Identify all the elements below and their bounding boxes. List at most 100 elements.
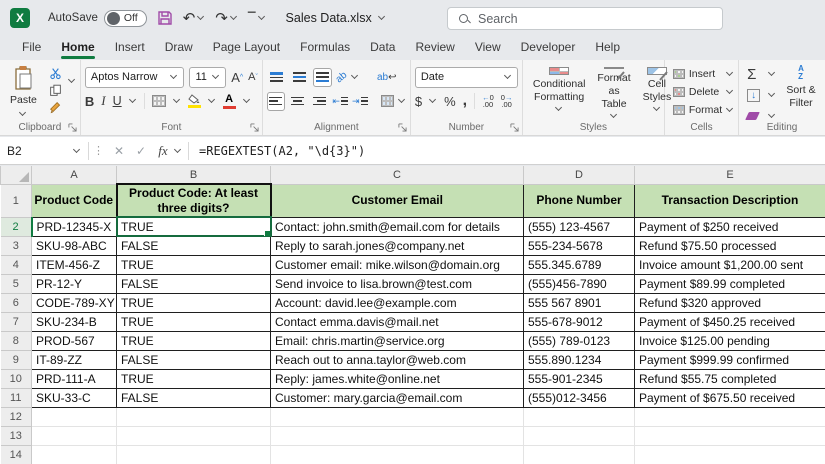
conditional-formatting-button[interactable]: ConditionalFormatting bbox=[527, 65, 592, 119]
document-title[interactable]: Sales Data.xlsx bbox=[286, 11, 386, 25]
cell-E6[interactable]: Refund $320 approved bbox=[635, 293, 825, 312]
copy-icon[interactable] bbox=[49, 84, 62, 97]
column-header-C[interactable]: C bbox=[271, 166, 524, 184]
decrease-decimal-icon[interactable]: 0→.00 bbox=[501, 94, 513, 109]
borders-icon[interactable] bbox=[152, 95, 166, 107]
formula-input[interactable]: =REGEXTEST(A2, "\d{3}") bbox=[199, 144, 365, 158]
format-as-table-button[interactable]: Format asTable bbox=[591, 65, 636, 119]
menu-item-data[interactable]: Data bbox=[360, 37, 405, 59]
row-header-9[interactable]: 9 bbox=[1, 350, 32, 369]
cell-B2[interactable]: TRUE bbox=[117, 217, 271, 236]
wrap-text-icon[interactable]: ab↩ bbox=[377, 72, 397, 83]
cell-B8[interactable]: TRUE bbox=[117, 331, 271, 350]
row-header-1[interactable]: 1 bbox=[1, 184, 32, 217]
cell-A1[interactable]: Product Code bbox=[32, 184, 117, 217]
menu-item-view[interactable]: View bbox=[465, 37, 511, 59]
row-header-5[interactable]: 5 bbox=[1, 274, 32, 293]
row-header-10[interactable]: 10 bbox=[1, 369, 32, 388]
row-header-14[interactable]: 14 bbox=[1, 445, 32, 464]
paste-button[interactable]: Paste bbox=[4, 65, 43, 120]
font-color-chevron-icon[interactable] bbox=[243, 97, 251, 105]
cell-B10[interactable]: TRUE bbox=[117, 369, 271, 388]
select-all-corner[interactable] bbox=[1, 166, 32, 184]
cell-E10[interactable]: Refund $55.75 completed bbox=[635, 369, 825, 388]
excel-logo-icon[interactable]: X bbox=[10, 8, 30, 28]
cell-E14[interactable] bbox=[635, 445, 825, 464]
currency-chevron-icon[interactable] bbox=[429, 97, 437, 105]
cell-C5[interactable]: Send invoice to lisa.brown@test.com bbox=[271, 274, 524, 293]
font-dialog-launcher-icon[interactable] bbox=[250, 123, 259, 132]
cell-D7[interactable]: 555-678-9012 bbox=[524, 312, 635, 331]
currency-format-button[interactable]: $ bbox=[415, 94, 422, 109]
fill-color-icon[interactable] bbox=[188, 94, 201, 108]
quick-access-menu-icon[interactable]: ▔ bbox=[248, 13, 266, 24]
underline-button[interactable]: U bbox=[113, 94, 122, 108]
cell-D11[interactable]: (555)012-3456 bbox=[524, 388, 635, 407]
cell-B3[interactable]: FALSE bbox=[117, 236, 271, 255]
row-header-12[interactable]: 12 bbox=[1, 407, 32, 426]
cell-A12[interactable] bbox=[32, 407, 117, 426]
copy-chevron-icon[interactable] bbox=[68, 77, 76, 85]
cell-C6[interactable]: Account: david.lee@example.com bbox=[271, 293, 524, 312]
cell-C13[interactable] bbox=[271, 426, 524, 445]
increase-decimal-icon[interactable]: ←0.00 bbox=[482, 94, 494, 109]
cell-D9[interactable]: 555.890.1234 bbox=[524, 350, 635, 369]
fx-chevron-icon[interactable] bbox=[174, 147, 182, 155]
comma-format-button[interactable]: , bbox=[463, 92, 467, 110]
cell-C12[interactable] bbox=[271, 407, 524, 426]
cell-E13[interactable] bbox=[635, 426, 825, 445]
cell-A9[interactable]: IT-89-ZZ bbox=[32, 350, 117, 369]
cell-B4[interactable]: TRUE bbox=[117, 255, 271, 274]
search-box[interactable]: Search bbox=[447, 7, 723, 30]
align-top-button[interactable] bbox=[267, 68, 286, 87]
orientation-chevron-icon[interactable] bbox=[351, 73, 359, 81]
cell-B5[interactable]: FALSE bbox=[117, 274, 271, 293]
cell-C1[interactable]: Customer Email bbox=[271, 184, 524, 217]
cell-A6[interactable]: CODE-789-XY bbox=[32, 293, 117, 312]
cell-A13[interactable] bbox=[32, 426, 117, 445]
delete-cells-button[interactable]: Delete bbox=[673, 83, 734, 101]
row-header-6[interactable]: 6 bbox=[1, 293, 32, 312]
orientation-icon[interactable]: ab bbox=[334, 69, 350, 85]
menu-item-draw[interactable]: Draw bbox=[155, 37, 203, 59]
cell-A8[interactable]: PROD-567 bbox=[32, 331, 117, 350]
insert-function-icon[interactable]: fx bbox=[152, 143, 174, 159]
cell-A10[interactable]: PRD-111-A bbox=[32, 369, 117, 388]
row-header-3[interactable]: 3 bbox=[1, 236, 32, 255]
redo-button[interactable]: ↷ bbox=[215, 9, 238, 27]
percent-format-button[interactable]: % bbox=[444, 94, 456, 109]
font-name-select[interactable]: Aptos Narrow bbox=[85, 67, 185, 88]
autosum-button[interactable]: Σ bbox=[747, 65, 776, 83]
save-icon[interactable] bbox=[157, 10, 173, 26]
cell-A11[interactable]: SKU-33-C bbox=[32, 388, 117, 407]
menu-item-page-layout[interactable]: Page Layout bbox=[203, 37, 290, 59]
insert-cells-button[interactable]: Insert bbox=[673, 65, 734, 83]
cell-A5[interactable]: PR-12-Y bbox=[32, 274, 117, 293]
sort-filter-button[interactable]: AZ Sort &Filter bbox=[786, 65, 815, 125]
cell-C2[interactable]: Contact: john.smith@email.com for detail… bbox=[271, 217, 524, 236]
clipboard-dialog-launcher-icon[interactable] bbox=[68, 123, 77, 132]
column-header-A[interactable]: A bbox=[32, 166, 117, 184]
formula-bar-kebab-icon[interactable]: ⋮ bbox=[93, 144, 104, 157]
row-header-2[interactable]: 2 bbox=[1, 217, 32, 236]
cut-icon[interactable] bbox=[49, 67, 62, 80]
number-format-select[interactable]: Date bbox=[415, 67, 518, 88]
cell-D4[interactable]: 555.345.6789 bbox=[524, 255, 635, 274]
cell-E3[interactable]: Refund $75.50 processed bbox=[635, 236, 825, 255]
align-right-button[interactable] bbox=[311, 92, 329, 111]
cell-D12[interactable] bbox=[524, 407, 635, 426]
cell-C3[interactable]: Reply to sarah.jones@company.net bbox=[271, 236, 524, 255]
menu-item-review[interactable]: Review bbox=[405, 37, 464, 59]
increase-indent-icon[interactable]: ⇥ bbox=[352, 96, 368, 107]
cell-A2[interactable]: PRD-12345-X bbox=[32, 217, 117, 236]
cell-C14[interactable] bbox=[271, 445, 524, 464]
cell-E8[interactable]: Invoice $125.00 pending bbox=[635, 331, 825, 350]
merge-center-chevron-icon[interactable] bbox=[398, 97, 406, 105]
cell-D3[interactable]: 555-234-5678 bbox=[524, 236, 635, 255]
italic-button[interactable]: I bbox=[101, 93, 105, 109]
cell-E5[interactable]: Payment $89.99 completed bbox=[635, 274, 825, 293]
menu-item-insert[interactable]: Insert bbox=[105, 37, 155, 59]
row-header-13[interactable]: 13 bbox=[1, 426, 32, 445]
menu-item-developer[interactable]: Developer bbox=[511, 37, 586, 59]
format-painter-icon[interactable] bbox=[49, 101, 62, 114]
